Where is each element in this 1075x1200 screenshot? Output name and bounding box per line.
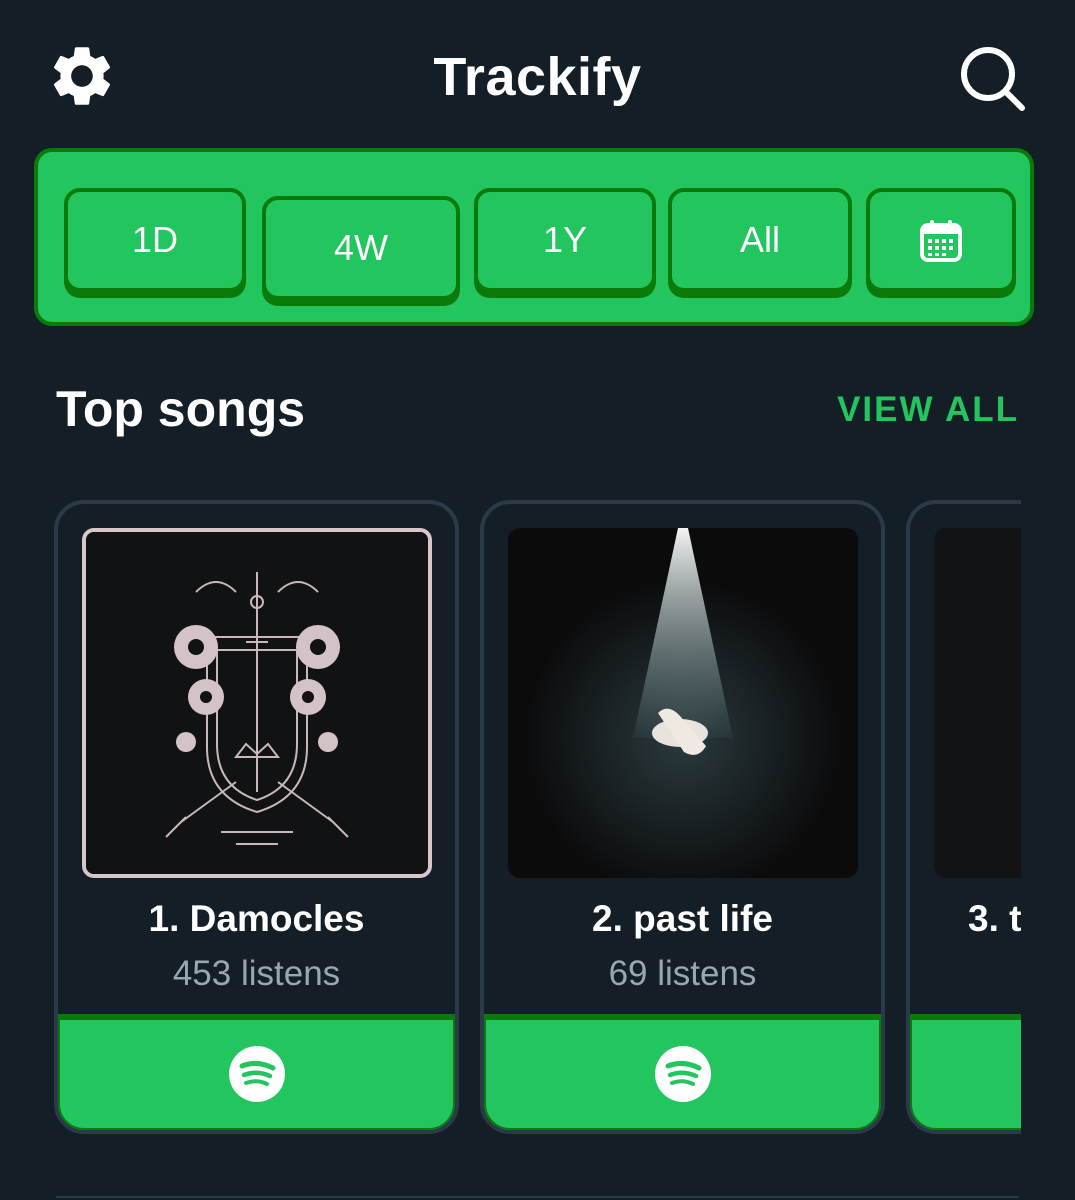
open-in-spotify-button[interactable]	[484, 1014, 881, 1130]
open-in-spotify-button[interactable]	[58, 1014, 455, 1130]
app-title: Trackify	[433, 47, 642, 107]
section-title: Top songs	[56, 381, 306, 437]
range-1y-label: 1Y	[542, 219, 588, 260]
song-card[interactable]: 1. Damocles 453 listens	[54, 500, 459, 1134]
range-1d-button[interactable]: 1D	[64, 188, 246, 292]
range-4w-button[interactable]: 4W	[262, 196, 460, 300]
crest-artwork-image	[86, 532, 428, 874]
spotify-icon	[654, 1046, 711, 1102]
range-4w-label: 4W	[334, 227, 388, 268]
open-in-spotify-button[interactable]	[910, 1014, 1021, 1130]
range-1y-button[interactable]: 1Y	[474, 188, 656, 292]
song-title: 2. past life	[592, 898, 773, 939]
time-range-selector: 1D 4W 1Y All	[34, 148, 1034, 326]
spotlight-artwork-image	[508, 528, 858, 878]
range-all-label: All	[739, 219, 780, 260]
search-button[interactable]	[958, 44, 1028, 114]
range-custom-button[interactable]	[866, 188, 1016, 292]
song-card[interactable]: 2. past life 69 listens	[480, 500, 885, 1134]
song-title: 3. t	[968, 898, 1021, 939]
album-art	[934, 528, 1021, 878]
top-songs-carousel[interactable]: 1. Damocles 453 listens 2. past life 69 …	[0, 500, 1021, 1150]
song-card[interactable]: 3. t	[906, 500, 1021, 1134]
listen-count: 69 listens	[608, 954, 757, 993]
divider	[56, 1196, 1019, 1198]
spotify-icon	[228, 1046, 285, 1102]
song-title: 1. Damocles	[148, 898, 365, 939]
range-all-button[interactable]: All	[668, 188, 852, 292]
view-all-link[interactable]: VIEW ALL	[837, 390, 1019, 430]
album-art	[508, 528, 858, 878]
search-icon	[961, 47, 1025, 111]
range-1d-label: 1D	[131, 219, 179, 260]
album-art	[82, 528, 432, 878]
listen-count: 453 listens	[172, 954, 341, 993]
calendar-icon	[920, 220, 962, 262]
top-bar: Trackify	[0, 0, 1075, 150]
